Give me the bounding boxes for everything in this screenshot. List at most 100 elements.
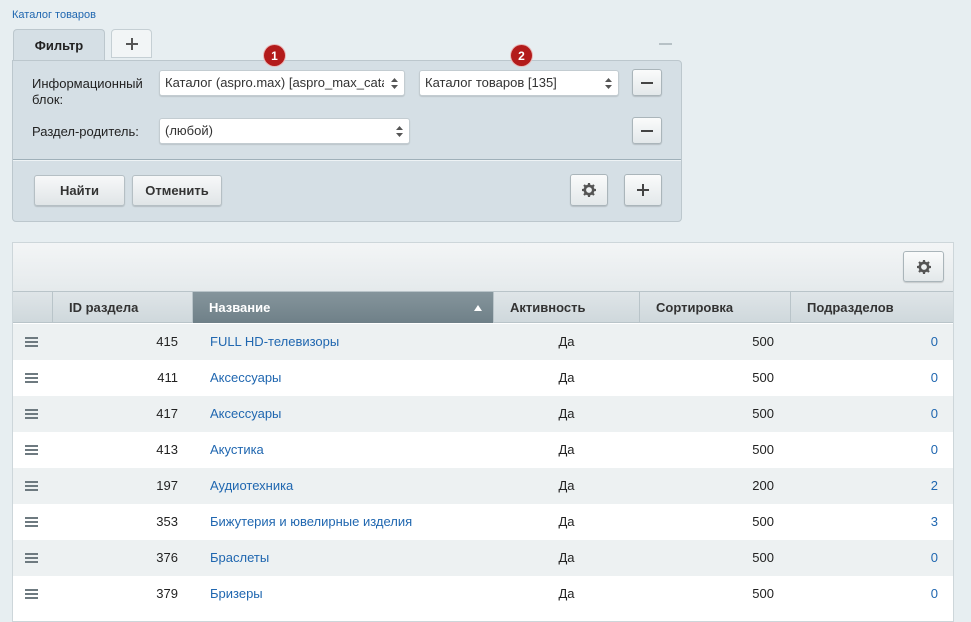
grid-toolbar	[13, 243, 953, 291]
cell-subsections-link[interactable]: 0	[791, 576, 938, 612]
cell-name-link[interactable]: Браслеты	[210, 540, 269, 576]
filter-panel: Информационный блок: Каталог (aspro.max)…	[12, 60, 682, 222]
drag-handle-icon[interactable]	[25, 336, 38, 348]
sections-grid: ID раздела Название Активность Сортировк…	[12, 242, 954, 622]
cell-subsections-link[interactable]: 0	[791, 360, 938, 396]
cell-active: Да	[558, 586, 575, 601]
header-sort[interactable]: Сортировка	[640, 292, 791, 323]
table-row[interactable]: 413 Акустика Да 500 0	[13, 432, 953, 468]
cell-id: 413	[156, 442, 178, 457]
cell-active: Да	[558, 406, 575, 421]
drag-handle-icon[interactable]	[25, 552, 38, 564]
tab-filter[interactable]: Фильтр	[13, 29, 105, 61]
drag-handle-icon[interactable]	[25, 588, 38, 600]
cell-sort: 500	[752, 406, 774, 421]
cell-subsections-link[interactable]: 0	[791, 396, 938, 432]
collapse-filter-button[interactable]	[659, 43, 672, 45]
cell-id: 353	[156, 514, 178, 529]
cell-name-link[interactable]: Аксессуары	[210, 360, 281, 396]
cell-name-link[interactable]: Акустика	[210, 432, 264, 468]
iblock-select-value: Каталог (aspro.max) [aspro_max_catalog]	[165, 75, 384, 90]
grid-settings-button[interactable]	[903, 251, 944, 282]
filter-divider	[13, 159, 681, 160]
remove-section-filter-button[interactable]	[632, 117, 662, 144]
cell-name-link[interactable]: FULL HD-телевизоры	[210, 324, 339, 360]
drag-handle-icon[interactable]	[25, 516, 38, 528]
cell-id: 197	[156, 478, 178, 493]
cell-subsections-link[interactable]: 3	[791, 504, 938, 540]
cell-active: Да	[558, 370, 575, 385]
filter-settings-button[interactable]	[570, 174, 608, 206]
table-row[interactable]: 376 Браслеты Да 500 0	[13, 540, 953, 576]
cell-subsections-link[interactable]: 0	[791, 540, 938, 576]
badge-2: 2	[511, 45, 532, 66]
cell-active: Да	[558, 478, 575, 493]
section-select[interactable]: (любой)	[159, 118, 410, 144]
cell-subsections-link[interactable]: 0	[791, 324, 938, 360]
select-arrows-icon	[391, 78, 398, 89]
cell-sort: 500	[752, 514, 774, 529]
section-label: Раздел-родитель:	[32, 124, 139, 139]
drag-handle-icon[interactable]	[25, 372, 38, 384]
header-id[interactable]: ID раздела	[53, 292, 193, 323]
section-select-value: (любой)	[165, 123, 213, 138]
plus-icon	[125, 37, 138, 50]
cell-name-link[interactable]: Аксессуары	[210, 396, 281, 432]
cell-name-link[interactable]: Бризеры	[210, 576, 263, 612]
cell-active: Да	[558, 334, 575, 349]
cell-active: Да	[558, 514, 575, 529]
table-row[interactable]: 417 Аксессуары Да 500 0	[13, 396, 953, 432]
cell-sort: 200	[752, 478, 774, 493]
add-filter-field-button[interactable]	[624, 174, 662, 206]
cell-sort: 500	[752, 586, 774, 601]
gear-icon	[916, 259, 931, 274]
cell-id: 417	[156, 406, 178, 421]
iblock-type-select[interactable]: Каталог товаров [135]	[419, 70, 619, 96]
cell-name-link[interactable]: Аудиотехника	[210, 468, 293, 504]
drag-handle-icon[interactable]	[25, 480, 38, 492]
minus-icon	[641, 129, 653, 132]
plus-icon	[637, 184, 649, 196]
iblock-type-select-value: Каталог товаров [135]	[425, 75, 557, 90]
cell-active: Да	[558, 442, 575, 457]
table-row[interactable]: 379 Бризеры Да 500 0	[13, 576, 953, 612]
grid-rows: 415 FULL HD-телевизоры Да 500 0 411 Аксе…	[13, 324, 953, 612]
header-name-label: Название	[209, 300, 271, 315]
cell-sort: 500	[752, 442, 774, 457]
header-active[interactable]: Активность	[494, 292, 640, 323]
select-arrows-icon	[605, 78, 612, 89]
cell-sort: 500	[752, 370, 774, 385]
breadcrumb[interactable]: Каталог товаров	[12, 9, 96, 21]
table-row[interactable]: 353 Бижутерия и ювелирные изделия Да 500…	[13, 504, 953, 540]
add-filter-tab-button[interactable]	[111, 29, 152, 58]
find-button[interactable]: Найти	[34, 175, 125, 206]
header-name[interactable]: Название	[193, 292, 494, 323]
badge-1: 1	[264, 45, 285, 66]
header-drag-col	[13, 292, 53, 323]
table-row[interactable]: 411 Аксессуары Да 500 0	[13, 360, 953, 396]
drag-handle-icon[interactable]	[25, 444, 38, 456]
iblock-select[interactable]: Каталог (aspro.max) [aspro_max_catalog]	[159, 70, 405, 96]
table-row[interactable]: 415 FULL HD-телевизоры Да 500 0	[13, 324, 953, 360]
cell-id: 415	[156, 334, 178, 349]
cancel-button[interactable]: Отменить	[132, 175, 222, 206]
select-arrows-icon	[396, 126, 403, 137]
drag-handle-icon[interactable]	[25, 408, 38, 420]
cell-sort: 500	[752, 550, 774, 565]
header-subsections[interactable]: Подразделов	[791, 292, 954, 323]
cell-subsections-link[interactable]: 0	[791, 432, 938, 468]
minus-icon	[641, 81, 653, 84]
cell-subsections-link[interactable]: 2	[791, 468, 938, 504]
sort-asc-icon	[474, 305, 482, 311]
cell-sort: 500	[752, 334, 774, 349]
cell-id: 411	[157, 370, 178, 385]
remove-iblock-filter-button[interactable]	[632, 69, 662, 96]
grid-header: ID раздела Название Активность Сортировк…	[13, 291, 953, 323]
table-row[interactable]: 197 Аудиотехника Да 200 2	[13, 468, 953, 504]
cell-active: Да	[558, 550, 575, 565]
cell-id: 376	[156, 550, 178, 565]
cell-id: 379	[156, 586, 178, 601]
gear-icon	[582, 183, 596, 197]
cell-name-link[interactable]: Бижутерия и ювелирные изделия	[210, 504, 412, 540]
iblock-label: Информационный блок:	[32, 76, 143, 107]
